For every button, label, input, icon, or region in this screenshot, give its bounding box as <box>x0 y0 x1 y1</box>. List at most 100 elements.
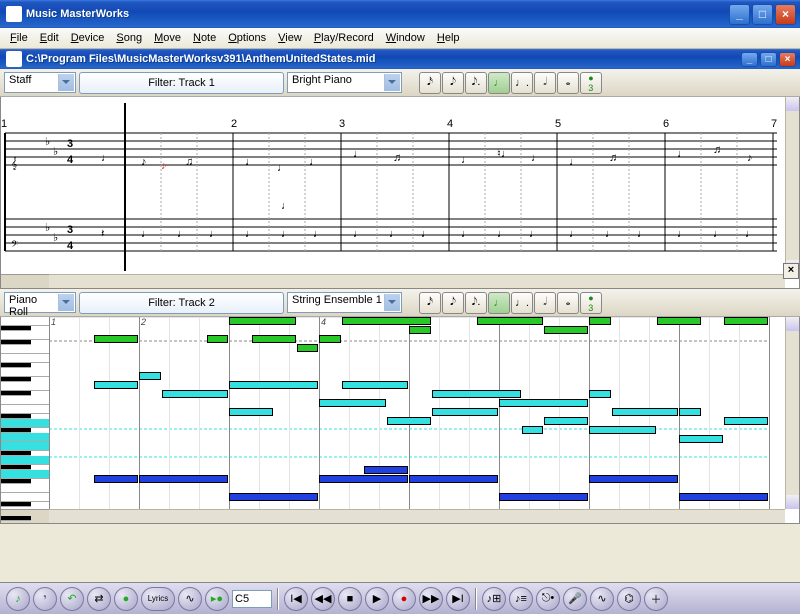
close-button[interactable]: × <box>775 4 796 25</box>
net-button[interactable]: ∿ <box>590 587 614 611</box>
stop-button[interactable]: ■ <box>338 587 362 611</box>
skip-end-button[interactable]: ▶I <box>446 587 470 611</box>
note-block[interactable] <box>589 475 678 483</box>
skip-start-button[interactable]: I◀ <box>284 587 308 611</box>
note-block[interactable] <box>387 417 431 425</box>
dotted-quarter-button[interactable]: ♩. <box>511 72 533 94</box>
mixer-button[interactable]: ⎋• <box>536 587 560 611</box>
note-block[interactable] <box>522 426 544 434</box>
mic-button[interactable]: 🎤 <box>563 587 587 611</box>
play-button[interactable]: ▶ <box>365 587 389 611</box>
note-block[interactable] <box>364 466 408 474</box>
note-block[interactable] <box>319 335 341 343</box>
insert-note-button[interactable]: ● <box>114 587 138 611</box>
note-block[interactable] <box>139 372 161 380</box>
staff-horizontal-scrollbar[interactable] <box>49 274 785 288</box>
add-track-button[interactable]: ＋ <box>644 587 668 611</box>
note-block[interactable] <box>432 408 499 416</box>
note-tool-button[interactable]: ♪ <box>6 587 30 611</box>
quarter-note-button-2[interactable]: ♩ <box>488 292 510 314</box>
note-block[interactable] <box>162 390 229 398</box>
half-note-button[interactable]: 𝅗𝅥 <box>534 72 556 94</box>
menu-options[interactable]: Options <box>222 30 272 46</box>
undo-button[interactable]: ↶ <box>60 587 84 611</box>
filter-button-track1[interactable]: Filter: Track 1 <box>79 72 284 94</box>
staff-tool-button[interactable]: 𝄾 <box>33 587 57 611</box>
menu-view[interactable]: View <box>272 30 308 46</box>
note-block[interactable] <box>94 335 138 343</box>
staff-view[interactable]: 𝄞 𝄢 ♭♭ ♭♭ 34 34 1234567 ♩ ♪♪ ♫ ♩♩♩ ♩♫ ♩♮… <box>0 97 800 289</box>
note-block[interactable] <box>544 326 588 334</box>
menu-help[interactable]: Help <box>431 30 466 46</box>
triplet-button[interactable]: ●3 <box>580 72 602 94</box>
note-block[interactable] <box>229 408 273 416</box>
menu-window[interactable]: Window <box>380 30 431 46</box>
note-block[interactable] <box>342 317 431 325</box>
minimize-button[interactable]: _ <box>729 4 750 25</box>
view-a-button[interactable]: ♪⊞ <box>482 587 506 611</box>
note-block[interactable] <box>724 317 768 325</box>
whole-note-button-2[interactable]: 𝅝 <box>557 292 579 314</box>
note-block[interactable] <box>319 399 386 407</box>
quarter-note-button[interactable]: ♩ <box>488 72 510 94</box>
pianoroll-view[interactable]: 12345678 <box>0 317 800 524</box>
menu-device[interactable]: Device <box>65 30 111 46</box>
note-block[interactable] <box>409 475 498 483</box>
staff-canvas[interactable]: 𝄞 𝄢 ♭♭ ♭♭ 34 34 1234567 ♩ ♪♪ ♫ ♩♩♩ ♩♫ ♩♮… <box>1 97 785 274</box>
menu-edit[interactable]: Edit <box>34 30 65 46</box>
half-note-button-2[interactable]: 𝅗𝅥 <box>534 292 556 314</box>
view-select-staff[interactable]: Staff <box>4 72 76 93</box>
note-block[interactable] <box>432 390 521 398</box>
note-block[interactable] <box>94 475 138 483</box>
filter-button-track2[interactable]: Filter: Track 2 <box>79 292 284 314</box>
sixteenth-note-button-2[interactable]: 𝅘𝅥𝅯 <box>419 292 441 314</box>
note-block[interactable] <box>679 493 768 501</box>
instrument-select-1[interactable]: Bright Piano <box>287 72 402 93</box>
menu-note[interactable]: Note <box>187 30 222 46</box>
maximize-button[interactable]: □ <box>752 4 773 25</box>
note-block[interactable] <box>94 381 138 389</box>
dynamics-button[interactable]: ∿ <box>178 587 202 611</box>
dotted-eighth-button[interactable]: 𝅘𝅥𝅮. <box>465 72 487 94</box>
menu-file[interactable]: File <box>4 30 34 46</box>
staff-vertical-scrollbar[interactable] <box>785 97 799 274</box>
menu-play-record[interactable]: Play/Record <box>308 30 380 46</box>
doc-close-button[interactable]: × <box>779 52 796 67</box>
eighth-note-button[interactable]: 𝅘𝅥𝅮 <box>442 72 464 94</box>
piano-keyboard[interactable] <box>1 317 49 509</box>
note-block[interactable] <box>657 317 701 325</box>
note-block[interactable] <box>589 426 656 434</box>
note-block[interactable] <box>477 317 544 325</box>
swap-button[interactable]: ⇄ <box>87 587 111 611</box>
eighth-note-button-2[interactable]: 𝅘𝅥𝅮 <box>442 292 464 314</box>
dotted-quarter-button-2[interactable]: ♩. <box>511 292 533 314</box>
note-block[interactable] <box>139 475 228 483</box>
note-block[interactable] <box>589 390 611 398</box>
note-block[interactable] <box>319 475 408 483</box>
note-block[interactable] <box>229 493 318 501</box>
note-block[interactable] <box>499 493 588 501</box>
note-block[interactable] <box>724 417 768 425</box>
note-block[interactable] <box>499 399 588 407</box>
lyrics-button[interactable]: Lyrics <box>141 587 175 611</box>
view-select-pianoroll[interactable]: Piano Roll <box>4 292 76 313</box>
note-block[interactable] <box>342 381 409 389</box>
tuner-button[interactable]: ⌬ <box>617 587 641 611</box>
instrument-select-2[interactable]: String Ensemble 1 <box>287 292 402 313</box>
pianoroll-canvas[interactable]: 12345678 <box>49 317 785 509</box>
note-block[interactable] <box>207 335 229 343</box>
dotted-eighth-button-2[interactable]: 𝅘𝅥𝅮. <box>465 292 487 314</box>
go-button[interactable]: ▸● <box>205 587 229 611</box>
close-pane-button[interactable]: × <box>783 263 799 279</box>
note-block[interactable] <box>679 435 723 443</box>
note-block[interactable] <box>409 326 431 334</box>
forward-button[interactable]: ▶▶ <box>419 587 443 611</box>
staff-split-box[interactable] <box>1 274 49 288</box>
note-block[interactable] <box>544 417 588 425</box>
menu-song[interactable]: Song <box>110 30 148 46</box>
note-block[interactable] <box>589 317 611 325</box>
current-pitch-display[interactable]: C5 <box>232 590 272 608</box>
menu-move[interactable]: Move <box>148 30 187 46</box>
rewind-button[interactable]: ◀◀ <box>311 587 335 611</box>
doc-minimize-button[interactable]: _ <box>741 52 758 67</box>
